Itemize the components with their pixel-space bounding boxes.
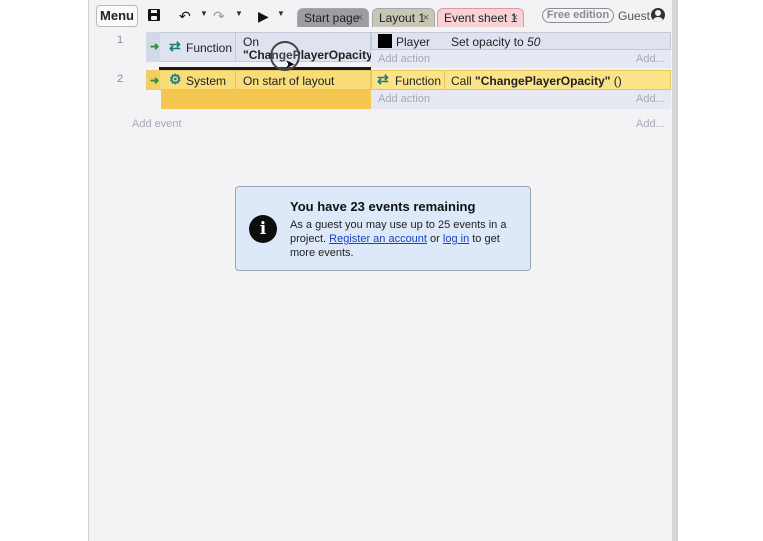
app-window: Menu ↶ ▼ ↷ ▼ ▶ ▼ Start page × Layout 1 ×… [88,0,678,541]
tab-event-sheet-1[interactable]: Event sheet 1 × [437,8,524,27]
action-function-name: "ChangePlayerOpacity" [475,74,611,88]
play-dropdown-icon[interactable]: ▼ [277,9,285,18]
info-icon: i [249,215,277,243]
add-event-link[interactable]: Add event [132,118,182,130]
divider [235,32,236,62]
play-icon[interactable]: ▶ [258,7,269,25]
tab-layout-1[interactable]: Layout 1 × [372,8,435,27]
close-icon[interactable]: × [357,9,363,27]
event-2-condition-area[interactable] [161,90,371,109]
tab-label: Layout 1 [379,11,426,25]
gear-icon: ⚙ [169,71,182,87]
trigger-arrow-icon: ➜ [150,41,160,53]
condition-function-name[interactable]: "ChangePlayerOpacity" [243,48,378,62]
add-action-link[interactable]: Add action [378,93,430,105]
add-link[interactable]: Add... [636,53,665,65]
redo-icon[interactable]: ↷ [213,7,225,25]
events-remaining-notice: i You have 23 events remaining As a gues… [235,186,531,271]
add-link[interactable]: Add... [636,118,665,130]
action-text-prefix: Call [451,74,476,88]
close-icon[interactable]: × [512,9,518,27]
player-sprite-icon [378,34,392,48]
notice-text: or [426,233,443,245]
close-icon[interactable]: × [423,9,429,27]
free-edition-badge[interactable]: Free edition [542,8,614,23]
action-text-prefix: Set opacity to [451,35,528,49]
action-object-label: Function [395,74,442,88]
event-number: 1 [117,34,124,46]
mouse-pointer-icon: ➤ [285,57,296,71]
action-value: 50 [527,35,541,49]
tab-start-page[interactable]: Start page × [297,8,369,27]
action-text-suffix: () [610,74,622,88]
condition-object-label: Function [186,41,233,55]
event-number: 2 [117,73,124,85]
user-icon[interactable] [651,8,665,22]
condition-text[interactable]: On [243,35,259,49]
function-icon: ⇄ [377,71,389,87]
action-text[interactable]: Set opacity to 50 [451,35,540,49]
undo-icon[interactable]: ↶ [179,7,191,25]
tab-label: Event sheet 1 [444,11,518,25]
guest-label[interactable]: Guest [618,9,650,23]
condition-object-label: System [186,74,227,88]
add-action-link[interactable]: Add action [378,53,430,65]
undo-dropdown-icon[interactable]: ▼ [200,9,208,18]
login-link[interactable]: log in [443,233,469,245]
action-text[interactable]: Call "ChangePlayerOpacity" () [451,74,622,88]
trigger-arrow-icon: ➜ [150,75,160,87]
right-edge [672,0,677,541]
toolbar: Menu ↶ ▼ ↷ ▼ ▶ ▼ Start page × Layout 1 ×… [89,0,677,33]
notice-title: You have 23 events remaining [290,199,476,214]
divider [235,70,236,90]
save-icon[interactable] [148,9,160,21]
redo-dropdown-icon[interactable]: ▼ [235,9,243,18]
register-link[interactable]: Register an account [329,233,427,245]
function-icon: ⇄ [169,38,181,54]
add-link[interactable]: Add... [636,93,665,105]
menu-button[interactable]: Menu [96,5,138,27]
notice-body: As a guest you may use up to 25 events i… [290,218,522,260]
condition-text[interactable]: On start of layout [243,74,334,88]
action-object-label: Player [396,35,431,49]
divider [444,70,445,90]
tab-label: Start page [304,11,360,25]
